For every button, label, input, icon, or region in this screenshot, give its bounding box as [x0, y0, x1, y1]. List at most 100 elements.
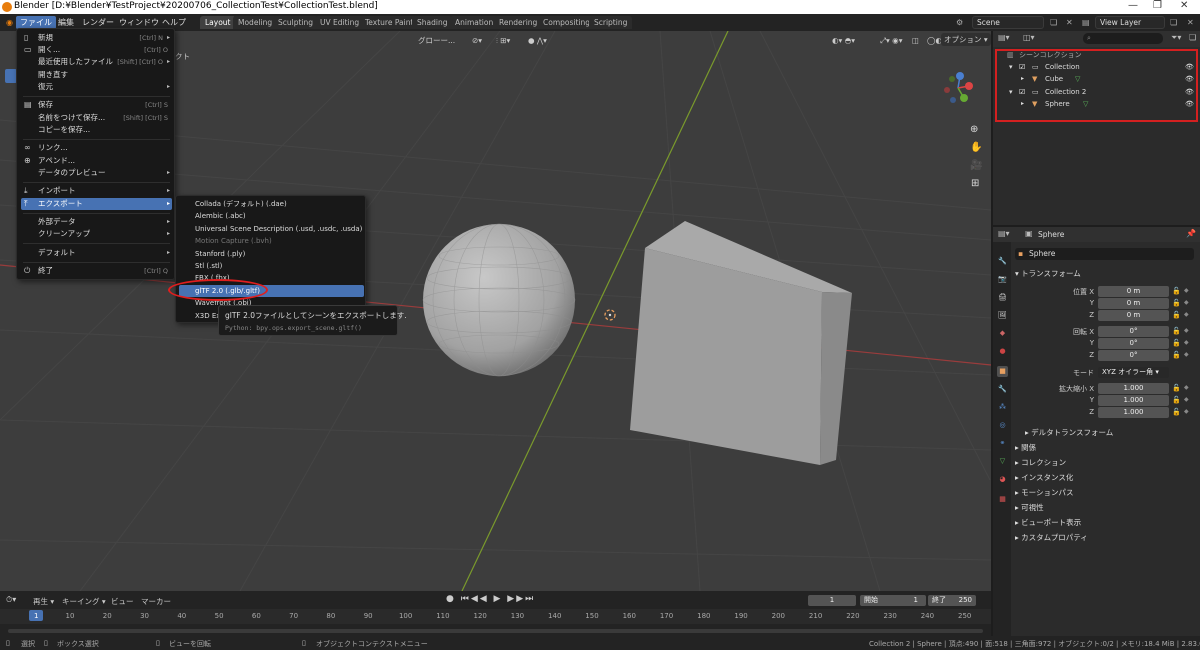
snap-icon[interactable]: ⫶ ⊞▾	[496, 34, 510, 47]
start-frame-field[interactable]: 開始 1	[860, 595, 926, 606]
section-viewport-display[interactable]: ▸ ビューポート表示	[1015, 517, 1081, 528]
timeline-editor-icon[interactable]: ⏱▾	[6, 595, 16, 605]
lock-icon[interactable]: 🔓	[1172, 287, 1181, 295]
scene-tab-icon[interactable]: ◆	[997, 328, 1008, 339]
menu-item-quit[interactable]: ⏻ 終了 [Ctrl] Q	[21, 265, 172, 277]
sphere-object[interactable]	[422, 223, 576, 377]
world-tab-icon[interactable]: ●	[997, 346, 1008, 357]
location-x-field[interactable]: 0 m	[1098, 286, 1169, 297]
display-mode-icon[interactable]: ◫▾	[1023, 33, 1035, 42]
new-scene-icon[interactable]: ❏	[1046, 16, 1061, 29]
export-ply[interactable]: Stanford (.ply)	[179, 248, 364, 260]
tab-uv-editing[interactable]: UV Editing	[315, 16, 365, 29]
3d-cursor-icon[interactable]	[604, 309, 616, 321]
outliner-search-input[interactable]: ⌕	[1083, 33, 1163, 44]
timeline-scrollbar[interactable]	[8, 629, 983, 633]
lock-icon[interactable]: 🔓	[1172, 339, 1181, 347]
section-transform[interactable]: ▾ トランスフォーム	[1015, 268, 1081, 279]
section-visibility[interactable]: ▸ 可視性	[1015, 502, 1044, 513]
lock-icon[interactable]: 🔓	[1172, 396, 1181, 404]
lock-icon[interactable]: 🔓	[1172, 351, 1181, 359]
rotation-z-field[interactable]: 0°	[1098, 350, 1169, 361]
proportional-edit-icon[interactable]: ● ⋀▾	[528, 34, 547, 47]
keyframe-icon[interactable]: ◆	[1184, 408, 1189, 415]
view-layer-field[interactable]: View Layer	[1095, 16, 1165, 29]
keyframe-icon[interactable]: ◆	[1184, 327, 1189, 334]
orientation-dropdown[interactable]: グローー...	[418, 34, 455, 47]
tab-layout[interactable]: Layout	[200, 16, 236, 29]
view-layer-tab-icon[interactable]: 🖼	[997, 310, 1008, 321]
export-collada[interactable]: Collada (デフォルト) (.dae)	[179, 198, 364, 210]
lock-icon[interactable]: 🔓	[1172, 327, 1181, 335]
editor-type-icon[interactable]: ▤▾	[998, 33, 1010, 42]
cube-object[interactable]	[630, 221, 852, 465]
scene-icon[interactable]: ⚙	[952, 16, 967, 29]
modifier-tab-icon[interactable]: 🔧	[997, 384, 1008, 395]
menu-item-export[interactable]: ⤒ エクスポート ▸	[21, 198, 172, 210]
menu-item-external-data[interactable]: 外部データ ▸	[21, 216, 172, 228]
minimize-icon[interactable]: —	[1128, 0, 1138, 11]
zoom-icon[interactable]: ⊕	[970, 123, 978, 136]
current-frame-field[interactable]: 1	[808, 595, 856, 606]
constraints-tab-icon[interactable]: ⚭	[997, 438, 1008, 449]
export-stl[interactable]: Stl (.stl)	[179, 260, 364, 272]
keyframe-icon[interactable]: ◆	[1184, 311, 1189, 318]
scale-y-field[interactable]: 1.000	[1098, 395, 1169, 406]
menu-item-defaults[interactable]: デフォルト ▸	[21, 247, 172, 259]
rotation-y-field[interactable]: 0°	[1098, 338, 1169, 349]
navigation-gizmo[interactable]	[944, 72, 973, 103]
pivot-icon[interactable]: ⊘▾	[472, 34, 482, 47]
scene-name-field[interactable]: Scene	[972, 16, 1044, 29]
export-usd[interactable]: Universal Scene Description (.usd, .usdc…	[179, 223, 364, 235]
end-frame-field[interactable]: 終了 250	[928, 595, 976, 606]
keyframe-icon[interactable]: ◆	[1184, 299, 1189, 306]
visibility-icon[interactable]: ◐▾ ◓▾	[832, 34, 855, 47]
pan-hand-icon[interactable]: ✋	[970, 141, 982, 154]
editor-type-icon[interactable]: ▤▾	[998, 229, 1010, 238]
keyframe-icon[interactable]: ◆	[1184, 351, 1189, 358]
location-y-field[interactable]: 0 m	[1098, 298, 1169, 309]
menu-item-save[interactable]: ▤ 保存 [Ctrl] S	[21, 99, 172, 111]
rotation-x-field[interactable]: 0°	[1098, 326, 1169, 337]
timeline-menu-keying[interactable]: キーイング ▾	[62, 596, 106, 607]
export-bvh[interactable]: Motion Capture (.bvh)	[179, 235, 364, 247]
new-view-layer-icon[interactable]: ❏	[1166, 16, 1181, 29]
menu-item-revert[interactable]: 開き直す	[21, 69, 172, 81]
scale-z-field[interactable]: 1.000	[1098, 407, 1169, 418]
data-tab-icon[interactable]: ▽	[997, 456, 1008, 467]
section-relations[interactable]: ▸ 関係	[1015, 442, 1036, 453]
export-alembic[interactable]: Alembic (.abc)	[179, 210, 364, 222]
material-tab-icon[interactable]: ◕	[997, 474, 1008, 485]
menu-item-recover[interactable]: 復元 ▸	[21, 81, 172, 93]
menu-item-save-copy[interactable]: コピーを保存...	[21, 124, 172, 136]
physics-tab-icon[interactable]: ◎	[997, 420, 1008, 431]
tab-scripting[interactable]: Scripting	[589, 16, 633, 29]
xray-icon[interactable]: ◫	[912, 34, 919, 47]
menu-item-open[interactable]: ▭ 開く... [Ctrl] O	[21, 44, 172, 56]
tab-rendering[interactable]: Rendering	[494, 16, 543, 29]
menu-item-new[interactable]: ▯ 新規 [Ctrl] N ▸	[21, 32, 172, 44]
tab-sculpting[interactable]: Sculpting	[273, 16, 319, 29]
particles-tab-icon[interactable]: ⁂	[997, 402, 1008, 413]
menu-item-link[interactable]: ∞ リンク...	[21, 142, 172, 154]
scale-x-field[interactable]: 1.000	[1098, 383, 1169, 394]
timeline-menu-marker[interactable]: マーカー	[141, 596, 171, 607]
keyframe-icon[interactable]: ◆	[1184, 384, 1189, 391]
tab-texture-paint[interactable]: Texture Paint	[360, 16, 419, 29]
new-collection-icon[interactable]: ❏	[1189, 33, 1196, 42]
lock-icon[interactable]: 🔓	[1172, 384, 1181, 392]
tab-compositing[interactable]: Compositing	[538, 16, 596, 29]
lock-icon[interactable]: 🔓	[1172, 311, 1181, 319]
lock-icon[interactable]: 🔓	[1172, 408, 1181, 416]
timeline-menu-view[interactable]: ビュー	[111, 596, 134, 607]
menu-item-open-recent[interactable]: 最近使用したファイル [Shift] [Ctrl] O ▸	[21, 56, 172, 68]
blender-menu-icon[interactable]: ◉	[2, 16, 17, 29]
tab-shading[interactable]: Shading	[412, 16, 453, 29]
close-icon[interactable]: ✕	[1180, 0, 1188, 11]
gizmo-toggle-icon[interactable]: ⤢▾ ◉▾	[880, 34, 902, 47]
section-instancing[interactable]: ▸ インスタンス化	[1015, 472, 1073, 483]
section-delta-transform[interactable]: ▸ デルタトランスフォーム	[1025, 427, 1113, 438]
playback-controls[interactable]: ● ⏮◀◀ ▶ ▶▶⏭	[446, 594, 535, 604]
object-name-field[interactable]: ▪ Sphere	[1015, 248, 1194, 260]
section-collections[interactable]: ▸ コレクション	[1015, 457, 1066, 468]
